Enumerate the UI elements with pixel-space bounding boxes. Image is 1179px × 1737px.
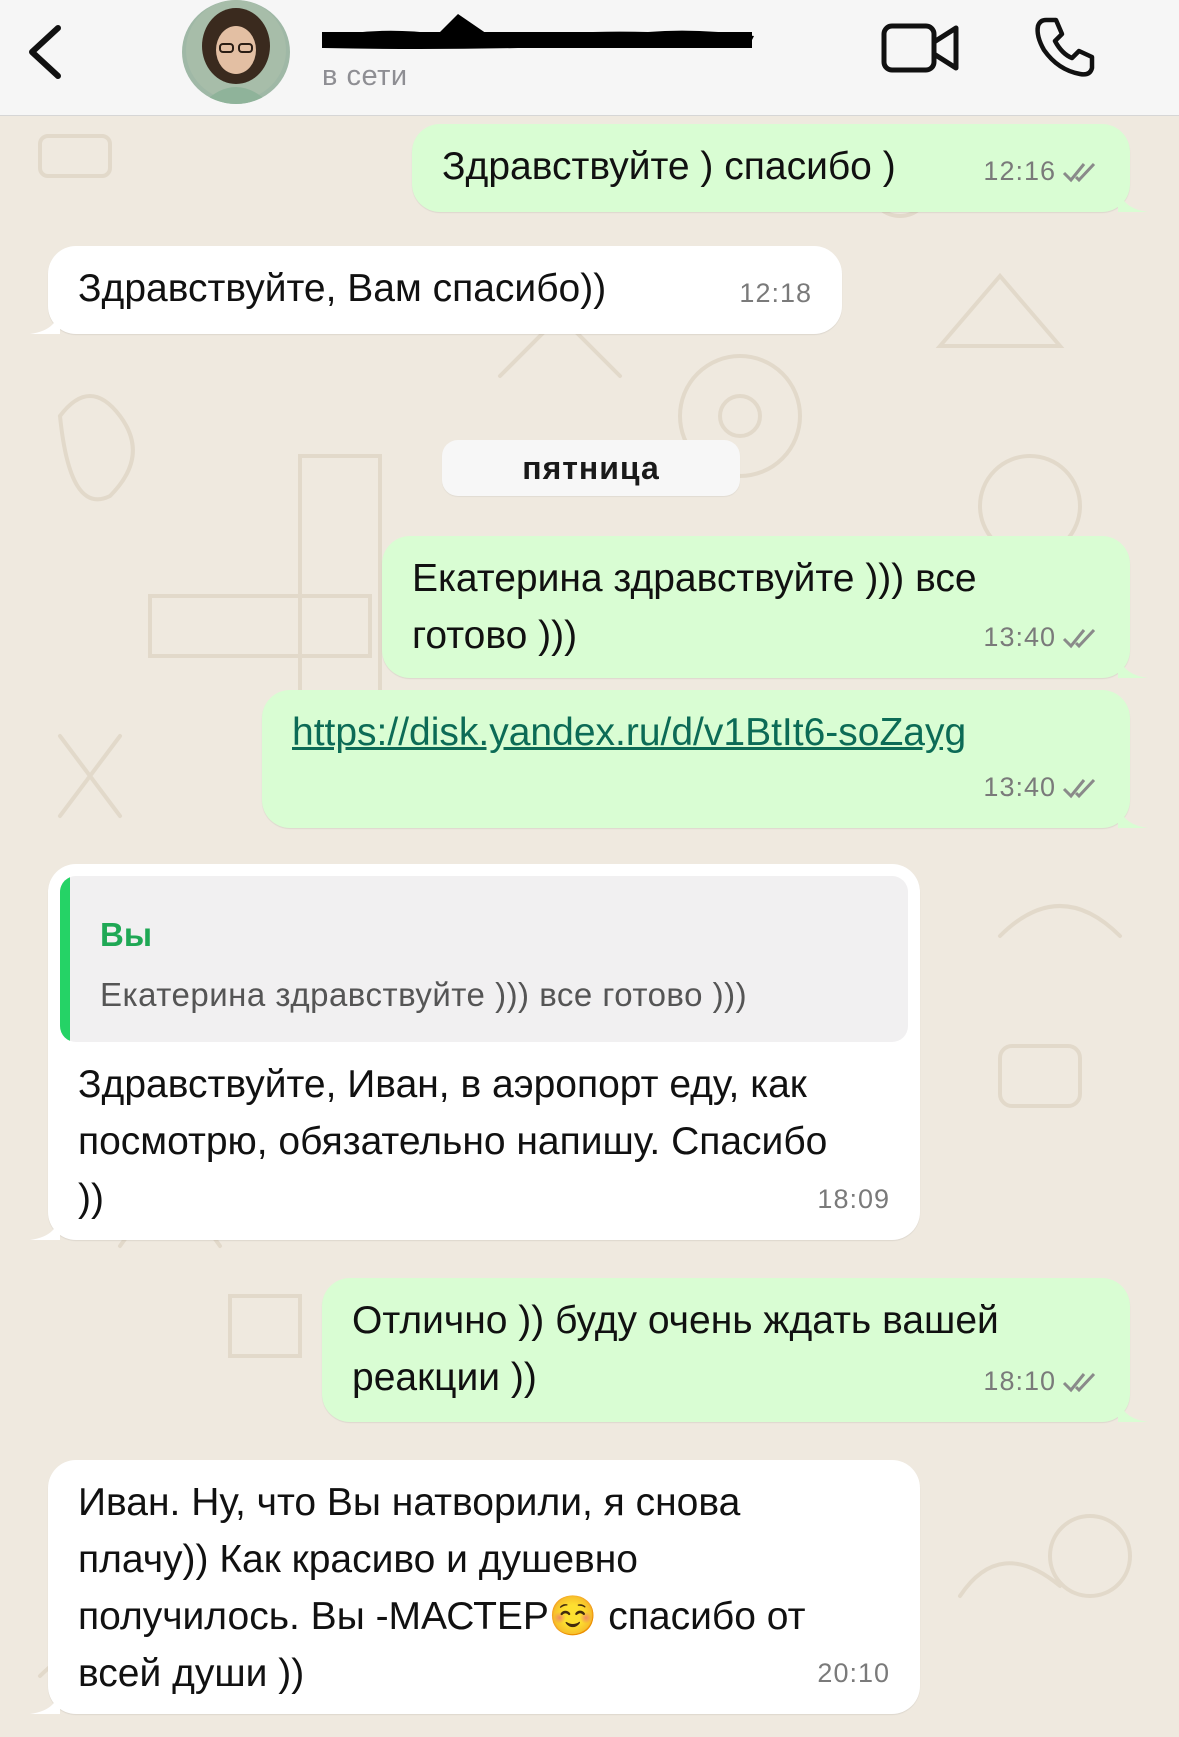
- video-call-icon[interactable]: [880, 18, 960, 78]
- bubble-tail: [30, 304, 60, 334]
- message-text: Иван. Ну, что Вы натворили, я снова плач…: [78, 1481, 806, 1695]
- message-bubble-incoming[interactable]: Здравствуйте, Вам спасибо)) 12:18: [30, 246, 842, 334]
- message-meta: 20:10: [817, 1645, 890, 1702]
- message-meta: 13:40: [983, 759, 1102, 816]
- message-time: 18:09: [817, 1184, 890, 1214]
- message-text: Здравствуйте, Вам спасибо)): [78, 267, 607, 310]
- message-bubble-incoming[interactable]: Вы Екатерина здравствуйте ))) все готово…: [30, 864, 920, 1240]
- double-check-icon: [1062, 778, 1096, 798]
- reply-text: Екатерина здравствуйте ))) все готово ))…: [100, 976, 748, 1013]
- bubble-tail: [1118, 182, 1148, 212]
- message-time: 12:16: [983, 156, 1056, 186]
- bubble-tail: [30, 1684, 60, 1714]
- bubble-tail: [1118, 798, 1148, 828]
- reply-quote[interactable]: Вы Екатерина здравствуйте ))) все готово…: [60, 876, 908, 1042]
- bubble-tail: [1118, 1392, 1148, 1422]
- bubble-tail: [30, 1210, 60, 1240]
- message-bubble-outgoing[interactable]: Отлично )) буду очень ждать вашей реакци…: [322, 1278, 1148, 1422]
- message-meta: 12:18: [739, 265, 812, 322]
- message-time: 20:10: [817, 1658, 890, 1688]
- message-text: Отлично )) буду очень ждать вашей реакци…: [352, 1299, 999, 1399]
- message-bubble-outgoing[interactable]: Здравствуйте ) спасибо ) 12:16: [412, 124, 1148, 212]
- message-meta: 18:10: [983, 1353, 1102, 1410]
- day-separator: пятница: [442, 440, 740, 496]
- message-time: 13:40: [983, 772, 1056, 802]
- back-chevron-icon[interactable]: [18, 20, 78, 84]
- phone-call-icon[interactable]: [1032, 14, 1098, 80]
- message-bubble-outgoing[interactable]: Екатерина здравствуйте ))) все готово ))…: [382, 536, 1148, 678]
- bubble-tail: [1118, 648, 1148, 678]
- contact-name-redacted: [322, 14, 754, 49]
- message-time: 13:40: [983, 622, 1056, 652]
- reply-author: Вы: [100, 916, 153, 953]
- double-check-icon: [1062, 1372, 1096, 1392]
- contact-avatar[interactable]: [182, 0, 290, 104]
- message-meta: 13:40: [983, 609, 1102, 666]
- message-time: 12:18: [739, 278, 812, 308]
- contact-status: в сети: [322, 60, 408, 92]
- double-check-icon: [1062, 162, 1096, 182]
- message-time: 18:10: [983, 1366, 1056, 1396]
- message-meta: 18:09: [817, 1171, 890, 1228]
- message-bubble-outgoing[interactable]: https://disk.yandex.ru/d/v1BtIt6-soZayg …: [262, 690, 1148, 828]
- chat-header: в сети: [0, 0, 1179, 116]
- message-bubble-incoming[interactable]: Иван. Ну, что Вы натворили, я снова плач…: [30, 1460, 920, 1714]
- message-meta: 12:16: [983, 143, 1102, 200]
- reply-accent-bar: [60, 876, 70, 1042]
- double-check-icon: [1062, 628, 1096, 648]
- message-link[interactable]: https://disk.yandex.ru/d/v1BtIt6-soZayg: [292, 704, 966, 761]
- message-text: Здравствуйте, Иван, в аэропорт еду, как …: [78, 1063, 828, 1220]
- message-text: Здравствуйте ) спасибо ): [442, 145, 896, 188]
- message-text: Екатерина здравствуйте ))) все готово ))…: [412, 557, 977, 657]
